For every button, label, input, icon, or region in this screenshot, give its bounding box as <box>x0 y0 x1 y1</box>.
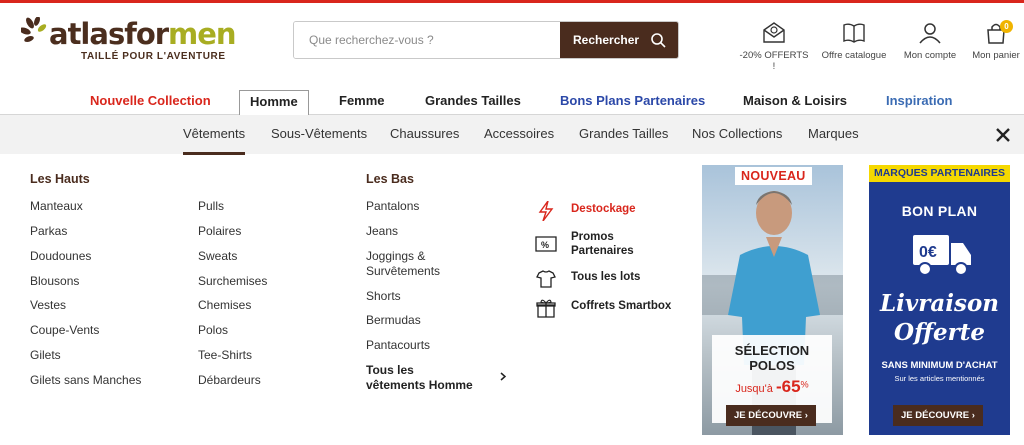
promo-destockage-label: Destockage <box>571 203 636 215</box>
bon-plan-label: BON PLAN <box>901 203 978 219</box>
bas-heading: Les Bas <box>366 172 414 186</box>
link-tee-shirts[interactable]: Tee-Shirts <box>198 348 252 363</box>
main-navigation: Nouvelle Collection Homme Femme Grandes … <box>0 90 1024 115</box>
close-icon[interactable] <box>992 124 1014 146</box>
livraison-sub2: Sur les articles mentionnés <box>894 374 985 383</box>
book-icon <box>843 23 865 43</box>
livraison-cta-button[interactable]: JE DÉCOUVRE › <box>893 405 983 426</box>
polos-cta-button[interactable]: JE DÉCOUVRE › <box>726 405 816 426</box>
brand-name: atlasformen <box>49 15 237 53</box>
polos-until: Jusqu'à <box>735 383 773 395</box>
link-parkas[interactable]: Parkas <box>30 224 67 239</box>
search-icon <box>651 33 666 48</box>
user-icon <box>919 23 941 44</box>
search-button-label: Rechercher <box>573 33 640 47</box>
link-polos[interactable]: Polos <box>198 323 228 338</box>
svg-text:%: % <box>541 240 549 250</box>
promo-partenaires-label: Promos Partenaires <box>571 231 634 257</box>
account-tool[interactable]: Mon compte <box>899 22 961 64</box>
partner-header: MARQUES PARTENAIRES <box>869 165 1010 182</box>
livraison-line1: Livraison <box>879 290 1000 317</box>
cart-tool[interactable]: 0 Mon panier <box>968 20 1024 64</box>
nav-maison-loisirs[interactable]: Maison & Loisirs <box>743 90 847 114</box>
polos-title: SÉLECTION POLOS <box>734 343 810 373</box>
banner-polos[interactable]: NOUVEAU SÉLECTION POLOS Jusqu'à -65% JE … <box>702 165 843 435</box>
subnav-marques[interactable]: Marques <box>808 115 859 155</box>
lightning-icon <box>538 201 554 221</box>
link-sweats[interactable]: Sweats <box>198 249 237 264</box>
offers-tool[interactable]: -20% OFFERTS ! <box>738 22 810 72</box>
nav-homme[interactable]: Homme <box>239 90 309 115</box>
brand-logo[interactable]: atlasformen TAILLÉ POUR L'AVENTURE <box>21 15 237 67</box>
hauts-heading: Les Hauts <box>30 172 90 186</box>
subnav-chaussures[interactable]: Chaussures <box>390 115 459 155</box>
search-bar: Rechercher <box>293 21 679 59</box>
link-chemises[interactable]: Chemises <box>198 298 251 313</box>
nav-grandes-tailles[interactable]: Grandes Tailles <box>425 90 521 114</box>
link-debardeurs[interactable]: Débardeurs <box>198 373 261 388</box>
subnav-nos-collections[interactable]: Nos Collections <box>692 115 782 155</box>
coupon-percent-icon: % <box>535 236 557 252</box>
truck-icon: 0€ <box>913 235 971 276</box>
link-vestes[interactable]: Vestes <box>30 298 66 313</box>
promo-smartbox-label: Coffrets Smartbox <box>571 300 672 312</box>
truck-price: 0€ <box>919 244 937 261</box>
link-coupe-vents[interactable]: Coupe-Vents <box>30 323 99 338</box>
catalog-label: Offre catalogue <box>821 50 887 61</box>
top-accent-line <box>0 0 1024 3</box>
link-polaires[interactable]: Polaires <box>198 224 241 239</box>
link-gilets-sans-manches[interactable]: Gilets sans Manches <box>30 373 141 388</box>
polos-discount: -65 <box>775 377 801 396</box>
link-doudounes[interactable]: Doudounes <box>30 249 91 264</box>
cart-count-badge: 0 <box>1000 20 1013 33</box>
gift-box-icon <box>536 299 556 318</box>
livraison-title: Livraison Offerte <box>869 289 1010 347</box>
link-joggings-survetements[interactable]: Joggings & Survêtements <box>366 249 476 279</box>
shirts-icon <box>536 270 556 288</box>
chevron-right-icon <box>500 372 507 381</box>
subnav-sous-vetements[interactable]: Sous-Vêtements <box>271 115 367 155</box>
nav-bons-plans-partenaires[interactable]: Bons Plans Partenaires <box>560 90 705 114</box>
link-bermudas[interactable]: Bermudas <box>366 313 421 328</box>
link-pantalons[interactable]: Pantalons <box>366 199 419 214</box>
link-pulls[interactable]: Pulls <box>198 199 224 214</box>
link-blousons[interactable]: Blousons <box>30 274 79 289</box>
polos-percent: % <box>800 379 809 390</box>
link-manteaux[interactable]: Manteaux <box>30 199 83 214</box>
subnav-accessoires[interactable]: Accessoires <box>484 115 554 155</box>
link-pantacourts[interactable]: Pantacourts <box>366 338 430 353</box>
envelope-gift-icon <box>763 22 785 43</box>
livraison-line2: Offerte <box>893 319 986 346</box>
search-input[interactable] <box>294 22 560 58</box>
search-button[interactable]: Rechercher <box>560 22 678 58</box>
promo-lots-label: Tous les lots <box>571 271 641 283</box>
nav-inspiration[interactable]: Inspiration <box>886 90 952 114</box>
catalog-tool[interactable]: Offre catalogue <box>820 22 888 64</box>
livraison-sub: SANS MINIMUM D'ACHAT <box>881 360 998 371</box>
brand-name-part1: atlasfor <box>49 17 169 51</box>
link-gilets[interactable]: Gilets <box>30 348 61 363</box>
nav-femme[interactable]: Femme <box>339 90 385 114</box>
offers-label: -20% OFFERTS ! <box>739 50 809 72</box>
brand-tagline: TAILLÉ POUR L'AVENTURE <box>81 51 226 62</box>
subnav-grandes-tailles[interactable]: Grandes Tailles <box>579 115 668 155</box>
polos-discount-line: Jusqu'à -65% <box>712 377 832 397</box>
link-shorts[interactable]: Shorts <box>366 289 401 304</box>
new-badge: NOUVEAU <box>735 167 812 185</box>
link-surchemises[interactable]: Surchemises <box>198 274 267 289</box>
link-jeans[interactable]: Jeans <box>366 224 398 239</box>
sub-navigation: Vêtements Sous-Vêtements Chaussures Acce… <box>0 114 1024 155</box>
banner-livraison[interactable]: MARQUES PARTENAIRES BON PLAN 0€ Livraiso… <box>869 165 1010 435</box>
subnav-vetements[interactable]: Vêtements <box>183 115 246 155</box>
nav-nouvelle-collection[interactable]: Nouvelle Collection <box>90 90 211 114</box>
cart-label: Mon panier <box>972 50 1020 61</box>
cart-icon-wrap: 0 <box>983 20 1013 44</box>
link-tous-vetements-homme[interactable]: Tous les vêtements Homme <box>366 363 476 393</box>
account-label: Mon compte <box>903 50 957 61</box>
brand-name-part2: men <box>168 17 237 51</box>
